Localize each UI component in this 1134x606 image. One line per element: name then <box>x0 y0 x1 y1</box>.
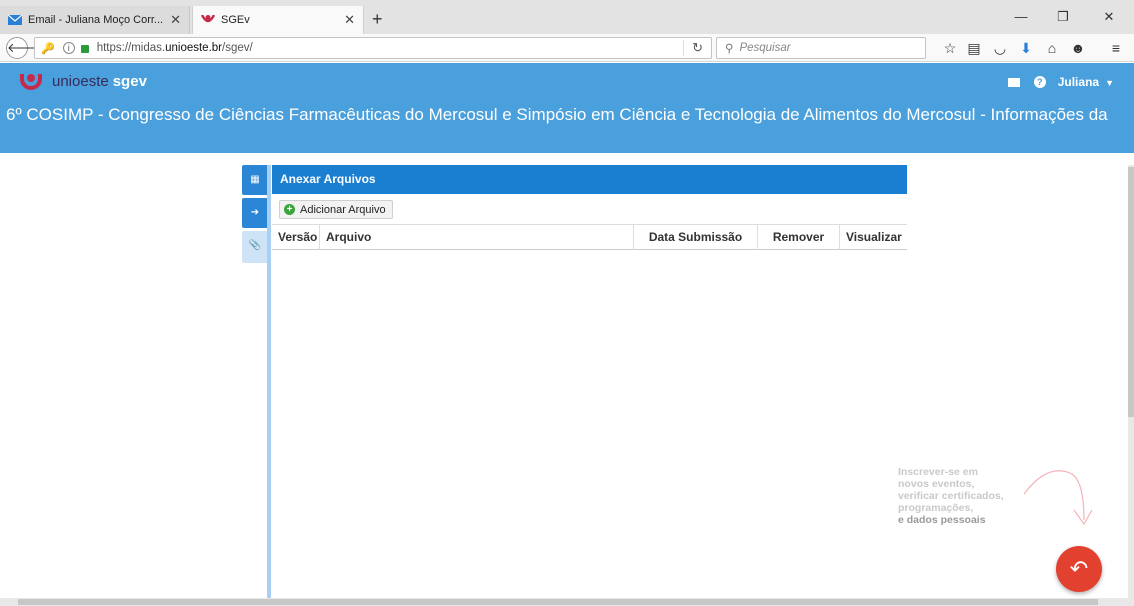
horizontal-scrollbar[interactable] <box>0 598 1128 606</box>
download-icon[interactable]: ⬇ <box>1016 39 1036 57</box>
add-file-label: Adicionar Arquivo <box>300 203 386 216</box>
search-icon: ⚲ <box>725 43 734 55</box>
search-placeholder: Pesquisar <box>739 42 791 54</box>
vertical-scrollbar[interactable] <box>1128 165 1134 606</box>
lock-icon <box>80 45 89 53</box>
key-icon: 🔑 <box>41 42 55 55</box>
tab-title: SGEv <box>221 14 250 26</box>
browser-tab-bar: Email - Juliana Moço Corr... ✕ SGEv ✕ + … <box>0 0 1134 34</box>
back-button[interactable]: 🡐 <box>6 37 42 59</box>
unioeste-logo-icon <box>201 15 215 23</box>
tab-close-icon[interactable]: ✕ <box>344 12 355 28</box>
side-tab-login-icon[interactable]: ➜ <box>242 198 268 228</box>
brand-name: unioeste sgev <box>52 73 147 90</box>
bookmark-star-icon[interactable]: ☆ <box>940 39 960 57</box>
event-title: 6º COSIMP - Congresso de Ciências Farmac… <box>6 105 1108 124</box>
plus-icon: + <box>284 204 295 215</box>
files-table-header: Versão Arquivo Data Submissão Remover Vi… <box>272 224 907 250</box>
col-version[interactable]: Versão <box>272 225 320 250</box>
reload-icon[interactable]: ↻ <box>683 40 703 56</box>
menu-icon[interactable]: ≡ <box>1106 39 1126 57</box>
col-view[interactable]: Visualizar <box>840 225 907 250</box>
add-file-button[interactable]: + Adicionar Arquivo <box>279 200 393 219</box>
col-submission-date[interactable]: Data Submissão <box>634 225 758 250</box>
minimize-button[interactable]: — <box>1006 6 1036 28</box>
user-area: ? Juliana ▼ <box>1007 75 1114 89</box>
pocket-icon[interactable]: ◡ <box>990 39 1010 57</box>
browser-tab-sgev[interactable]: SGEv ✕ <box>192 6 364 34</box>
hint-arrow-icon <box>1023 470 1093 526</box>
smiley-icon[interactable]: ☻ <box>1068 39 1088 57</box>
url-text: https://midas.unioeste.br/sgev/ <box>96 42 253 54</box>
search-input[interactable]: ⚲ Pesquisar <box>716 37 926 59</box>
envelope-icon[interactable] <box>1007 77 1020 87</box>
browser-nav-bar: 🡐 🔑 i https://midas.unioeste.br/sgev/ ↻ … <box>0 34 1134 62</box>
info-icon[interactable]: i <box>62 42 75 54</box>
mail-icon <box>8 15 22 25</box>
side-tab-info-icon[interactable]: ▦ <box>242 165 268 195</box>
help-icon[interactable]: ? <box>1033 76 1046 88</box>
caret-down-icon: ▼ <box>1105 78 1114 88</box>
app-header: unioeste sgev ? Juliana ▼ 6º COSIMP - Cong… <box>0 63 1134 153</box>
tab-title: Email - Juliana Moço Corr... <box>28 14 164 26</box>
address-bar[interactable]: 🔑 i https://midas.unioeste.br/sgev/ ↻ <box>34 37 712 59</box>
unioeste-logo-icon <box>20 73 42 90</box>
back-fab-button[interactable]: ↶ <box>1056 546 1102 592</box>
col-remove[interactable]: Remover <box>758 225 840 250</box>
col-file[interactable]: Arquivo <box>320 225 634 250</box>
browser-tab-email[interactable]: Email - Juliana Moço Corr... ✕ <box>0 6 190 34</box>
user-menu[interactable]: Juliana ▼ <box>1058 75 1114 89</box>
help-hint: Inscrever-se em novos eventos, verificar… <box>898 466 1004 526</box>
tab-close-icon[interactable]: ✕ <box>170 12 181 28</box>
panel-title: Anexar Arquivos <box>272 165 907 194</box>
side-tabs: ▦ ➜ 📎 <box>242 165 270 266</box>
close-window-button[interactable]: ✕ <box>1094 6 1124 28</box>
side-divider <box>267 165 271 606</box>
new-tab-button[interactable]: + <box>372 9 383 30</box>
reading-list-icon[interactable]: ▤ <box>964 39 984 57</box>
restore-button[interactable]: ❐ <box>1048 6 1078 28</box>
home-icon[interactable]: ⌂ <box>1042 39 1062 57</box>
brand[interactable]: unioeste sgev <box>20 73 147 90</box>
side-tab-attachment-icon[interactable]: 📎 <box>242 231 268 263</box>
